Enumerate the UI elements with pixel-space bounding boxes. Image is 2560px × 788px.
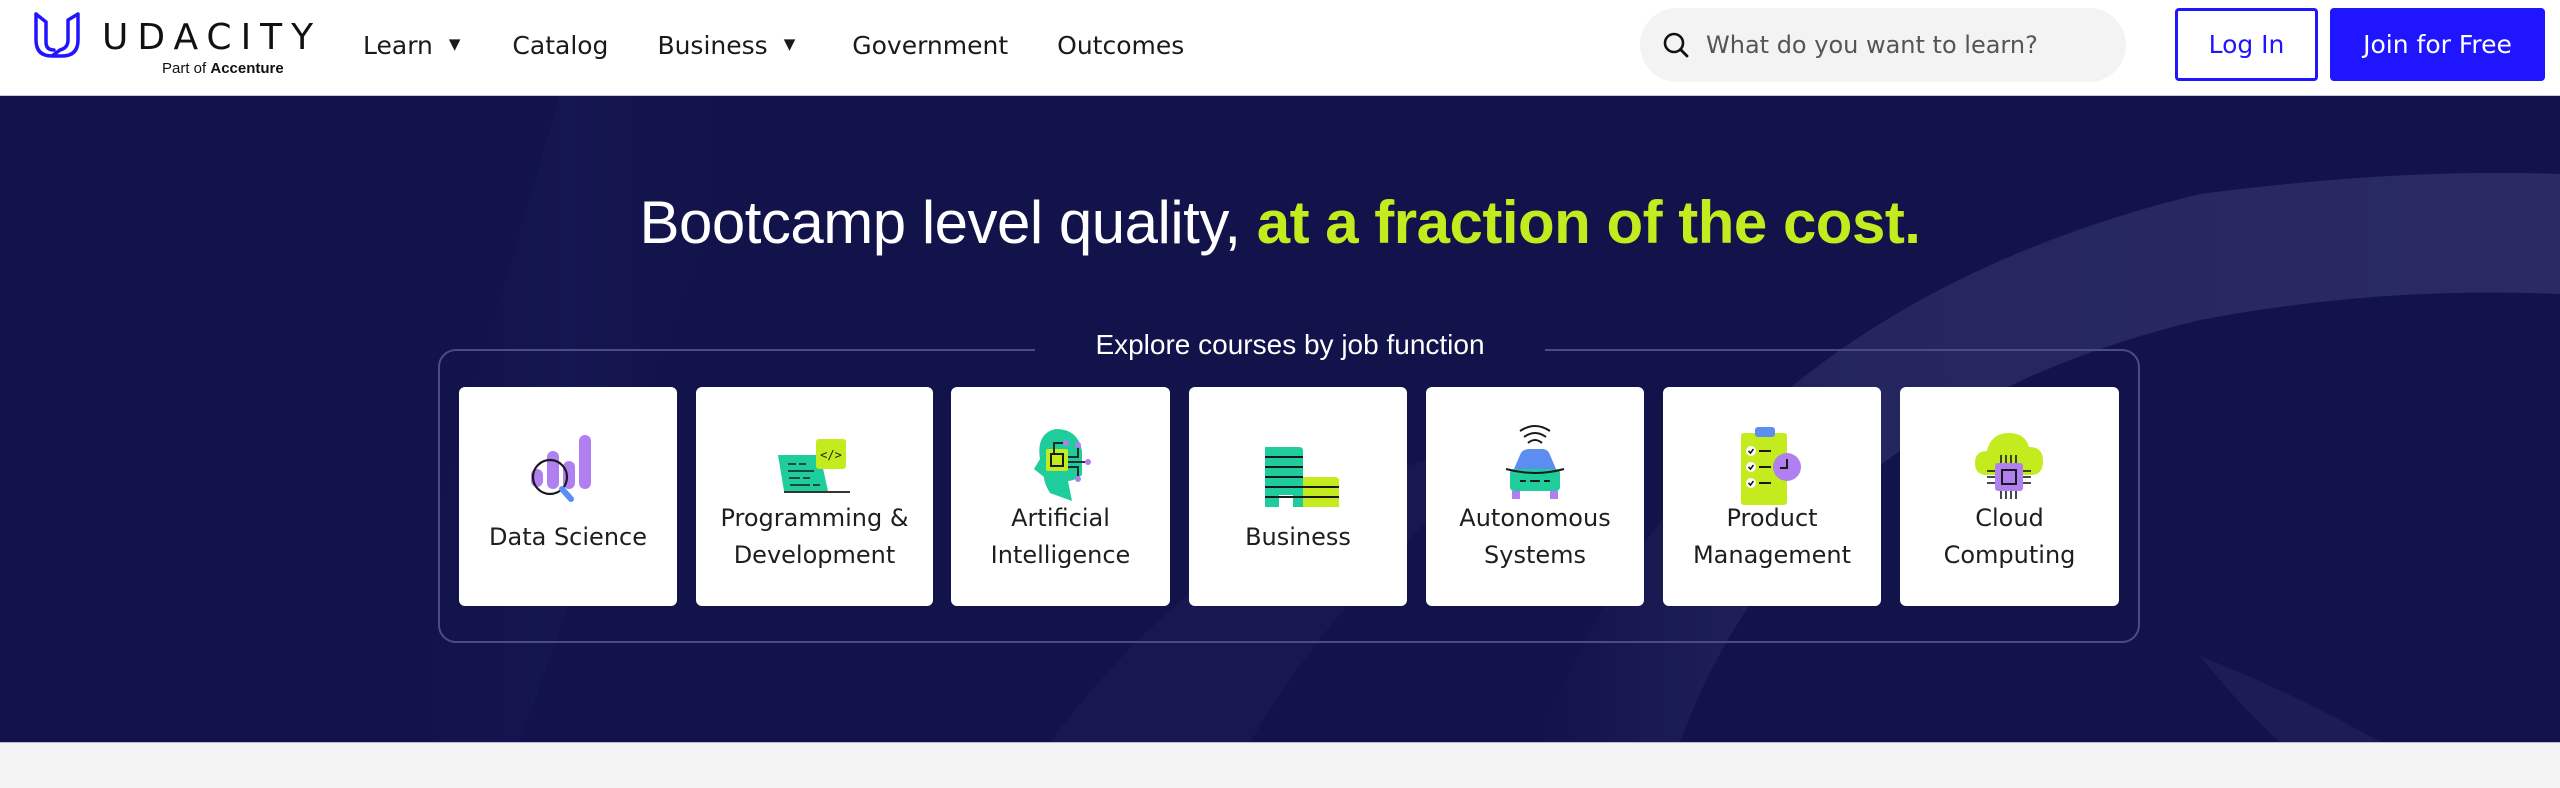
nav-government-label: Government: [852, 30, 1009, 60]
udacity-logo[interactable]: UDACITY Part of Accenture: [30, 10, 313, 80]
category-card-product-management[interactable]: Product Management: [1663, 387, 1881, 606]
programming-icon: </>: [777, 439, 850, 493]
logo-subtitle: Part of Accenture: [162, 60, 284, 77]
arc-band-right-bottom: [2200, 656, 2380, 742]
category-label-line1: Artificial: [1011, 504, 1110, 532]
product-clipboard-icon: [1741, 427, 1801, 505]
logo-wordmark: UDACITY: [102, 17, 323, 58]
category-label-line2: Systems: [1484, 541, 1586, 569]
category-label: Artificial Intelligence: [951, 500, 1170, 574]
cloud-chip-icon: [1974, 433, 2043, 499]
explore-courses-label: Explore courses by job function: [1035, 325, 1545, 365]
category-label-line1: Cloud: [1975, 504, 2044, 532]
logo-sub-prefix: Part of: [162, 60, 207, 77]
category-label: Business: [1245, 523, 1351, 551]
caret-down-icon: ▼: [448, 35, 461, 53]
category-label-line1: Programming &: [720, 504, 909, 532]
nav-business-label: Business: [657, 30, 768, 60]
nav-catalog[interactable]: Catalog: [512, 31, 608, 60]
category-label: Data Science: [489, 523, 647, 551]
hero-title-plain: Bootcamp level quality,: [639, 189, 1257, 256]
category-label: Autonomous Systems: [1426, 500, 1644, 574]
category-label: Product Management: [1663, 500, 1881, 574]
nav-learn[interactable]: Learn ▼: [363, 31, 460, 60]
udacity-u-icon: [34, 12, 80, 58]
hero-title-accent: at a fraction of the cost.: [1256, 189, 1921, 256]
category-card-business[interactable]: Business: [1189, 387, 1407, 606]
nav-outcomes[interactable]: Outcomes: [1057, 31, 1184, 60]
category-label-line2: Computing: [1943, 541, 2076, 569]
caret-down-icon: ▼: [783, 35, 796, 53]
category-label-line2: Intelligence: [990, 541, 1131, 569]
ai-head-icon: [1033, 429, 1091, 501]
category-label-line2: Development: [733, 541, 896, 569]
category-label: Programming & Development: [696, 500, 933, 574]
business-building-icon: [1265, 447, 1339, 507]
data-science-icon: [531, 435, 591, 502]
nav-learn-label: Learn: [363, 30, 433, 60]
nav-catalog-label: Catalog: [512, 30, 609, 60]
category-label-line1: Autonomous: [1459, 504, 1611, 532]
hero-title: Bootcamp level quality, at a fraction of…: [0, 188, 2560, 257]
category-card-data-science[interactable]: Data Science: [459, 387, 677, 606]
autonomous-car-icon: [1505, 425, 1565, 499]
category-label-line1: Product: [1726, 504, 1818, 532]
logo-sub-brand: Accenture: [210, 60, 284, 77]
category-label: Cloud Computing: [1900, 500, 2119, 574]
category-card-programming[interactable]: </> Programming & Development: [696, 387, 933, 606]
hero-section: Bootcamp level quality, at a fraction of…: [0, 96, 2560, 742]
login-button[interactable]: Log In: [2175, 8, 2318, 81]
main-nav: Learn ▼ Catalog Business ▼ Government Ou…: [363, 0, 1184, 90]
svg-text:</>: </>: [820, 448, 842, 462]
nav-outcomes-label: Outcomes: [1057, 30, 1185, 60]
join-for-free-button[interactable]: Join for Free: [2330, 8, 2545, 81]
nav-government[interactable]: Government: [852, 31, 1008, 60]
category-card-artificial-intelligence[interactable]: Artificial Intelligence: [951, 387, 1170, 606]
category-card-autonomous-systems[interactable]: Autonomous Systems: [1426, 387, 1644, 606]
site-header: UDACITY Part of Accenture Learn ▼ Catalo…: [0, 0, 2560, 96]
category-card-cloud-computing[interactable]: Cloud Computing: [1900, 387, 2119, 606]
search-input[interactable]: [1706, 31, 2106, 59]
category-label-line2: Management: [1692, 541, 1852, 569]
nav-business[interactable]: Business ▼: [657, 31, 795, 60]
search-bar[interactable]: [1640, 8, 2126, 82]
next-section-strip: [0, 742, 2560, 788]
search-icon: [1663, 32, 1689, 58]
